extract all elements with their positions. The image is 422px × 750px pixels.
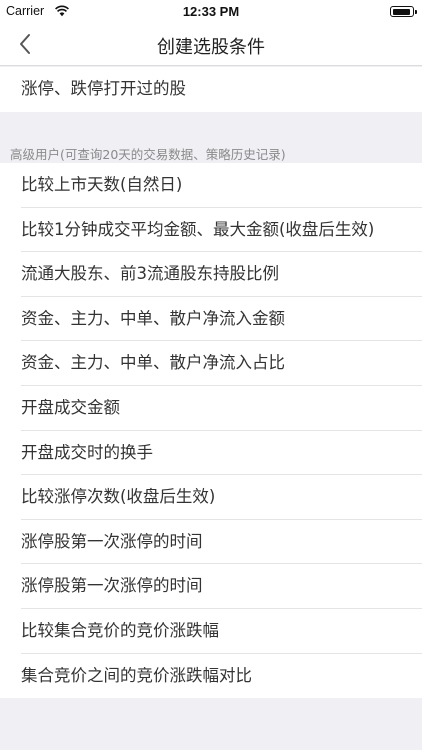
list-item-label: 涨停、跌停打开过的股 — [21, 79, 186, 98]
list-item-label: 集合竞价之间的竞价涨跌幅对比 — [21, 665, 252, 685]
list-item-label: 流通大股东、前3流通股东持股比例 — [21, 264, 279, 284]
battery-icon — [390, 6, 417, 17]
section-header: 高级用户(可查询20天的交易数据、策略历史记录) — [10, 147, 286, 162]
status-time: 12:33 PM — [182, 4, 240, 19]
list-item[interactable]: 开盘成交金额 — [0, 386, 422, 431]
list-item-label: 比较上市天数(自然日) — [21, 175, 183, 194]
list-item-label: 资金、主力、中单、散户净流入金额 — [21, 308, 285, 328]
list-item-label: 开盘成交金额 — [21, 398, 120, 417]
list-item[interactable]: 涨停股第一次涨停的时间 — [0, 519, 422, 565]
list-item[interactable]: 资金、主力、中单、散户净流入金额 — [0, 296, 422, 342]
navigation-bar: 创建选股条件 — [0, 22, 422, 66]
list-item[interactable]: 涨停股第一次涨停的时间 — [0, 564, 422, 609]
list-item[interactable]: 比较集合竞价的竞价涨跌幅 — [0, 609, 422, 654]
list-item-label: 资金、主力、中单、散户净流入占比 — [21, 353, 285, 373]
list-item-label: 涨停股第一次涨停的时间 — [21, 576, 203, 596]
list-item[interactable]: 比较上市天数(自然日) — [0, 163, 422, 208]
list-item[interactable]: 开盘成交时的换手 — [0, 430, 422, 476]
status-bar: Carrier 12:33 PM — [0, 0, 422, 22]
list-item[interactable]: 集合竞价之间的竞价涨跌幅对比 — [0, 653, 422, 699]
list-item[interactable]: 比较1分钟成交平均金额、最大金额(收盘后生效) — [0, 207, 422, 253]
list-item[interactable]: 资金、主力、中单、散户净流入占比 — [0, 341, 422, 386]
list-item[interactable]: 比较涨停次数(收盘后生效) — [0, 475, 422, 520]
list-item[interactable]: 流通大股东、前3流通股东持股比例 — [0, 252, 422, 297]
list-item-label: 比较集合竞价的竞价涨跌幅 — [21, 621, 219, 640]
list-item-label: 开盘成交时的换手 — [21, 442, 153, 462]
list-item-label: 比较涨停次数(收盘后生效) — [21, 487, 216, 507]
page-title: 创建选股条件 — [157, 37, 265, 58]
list-item-label: 比较1分钟成交平均金额、最大金额(收盘后生效) — [21, 219, 375, 239]
list-item-label: 涨停股第一次涨停的时间 — [21, 531, 203, 551]
list-item-limit-open[interactable]: 涨停、跌停打开过的股 — [0, 67, 422, 112]
